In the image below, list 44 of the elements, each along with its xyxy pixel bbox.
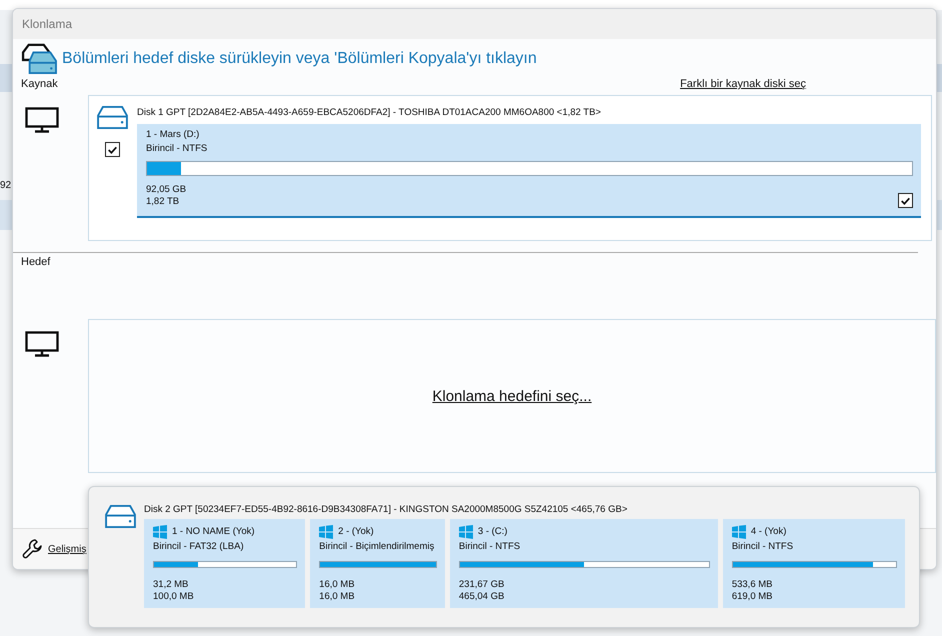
partition-tile[interactable]: 1 - Mars (D:) Birincil - NTFS 92,05 GB 1,82 TB — [137, 124, 921, 218]
select-source-link[interactable]: Farklı bir kaynak diski seç — [680, 78, 806, 90]
total-size: 100,0 MB — [153, 591, 194, 603]
monitor-icon — [25, 331, 59, 357]
total-size: 465,04 GB — [458, 591, 504, 603]
partition-type: Birincil - Biçimlendirilmemiş — [319, 541, 436, 553]
background-text: 92 — [0, 180, 12, 191]
partition-name: 2 - (Yok) — [338, 526, 374, 538]
window-title: Klonlama — [22, 17, 72, 31]
windows-icon — [732, 525, 746, 539]
heading: Bölümleri hedef diske sürükleyin veya 'Bölümleri Kopyala'yı tıklayın — [62, 50, 537, 68]
used-size: 231,67 GB — [458, 579, 504, 591]
partition-tile[interactable]: 1 - NO NAME (Yok) Birincil - FAT32 (LBA) 31,2 MB 100,0 MB — [144, 519, 306, 608]
windows-icon — [458, 525, 473, 539]
checkbox[interactable] — [898, 193, 913, 208]
total-size: 619,0 MB — [732, 591, 772, 603]
partition-type: Birincil - NTFS — [458, 541, 522, 553]
partition-type: Birincil - NTFS — [732, 541, 794, 553]
select-target-link[interactable]: Klonlama hedefini seç... — [432, 388, 592, 404]
disks-icon — [21, 43, 59, 75]
section-label: Kaynak — [21, 78, 58, 90]
used-size: 92,05 GB — [146, 184, 186, 196]
partition-name: 3 - (C:) — [478, 526, 508, 538]
monitor-icon — [25, 107, 59, 133]
partition-name: 1 - Mars (D:) — [146, 129, 200, 141]
partition-tile[interactable]: 4 - (Yok) Birincil - NTFS 533,6 MB 619,0 MB — [722, 519, 905, 608]
used-size: 31,2 MB — [153, 579, 190, 591]
total-size: 16,0 MB — [319, 591, 355, 603]
checkbox[interactable] — [105, 142, 120, 157]
partition-tile[interactable]: 3 - (C:) Birincil - NTFS 231,67 GB 465,04 GB — [450, 519, 718, 608]
partition-type: Birincil - FAT32 (LBA) — [153, 541, 245, 553]
partition-tile[interactable]: 2 - (Yok) Birincil - Biçimlendirilmemiş 16,0 MB 16,0 MB — [310, 519, 445, 608]
partition-type: Birincil - NTFS — [146, 143, 208, 155]
partition-name: 1 - NO NAME (Yok) — [172, 526, 255, 538]
section-label: Hedef — [21, 256, 52, 268]
total-size: 1,82 TB — [146, 196, 180, 208]
windows-icon — [319, 525, 334, 539]
disk-label: Disk 2 GPT [50234EF7-ED55-4B92-8616-D9B34308FA71] - KINGSTON SA2000M8500G S5Z42105 <465,76 GB> — [144, 504, 628, 515]
disk-label: Disk 1 GPT [2D2A84E2-AB5A-4493-A659-EBCA5206DFA2] - TOSHIBA DT01ACA200 MM6OA800 <1,82 TB> — [137, 107, 602, 118]
used-size: 16,0 MB — [319, 579, 355, 591]
advanced-link[interactable]: Gelişmiş — [48, 544, 86, 554]
partition-name: 4 - (Yok) — [750, 526, 786, 538]
windows-icon — [153, 525, 167, 539]
used-size: 533,6 MB — [732, 579, 772, 591]
